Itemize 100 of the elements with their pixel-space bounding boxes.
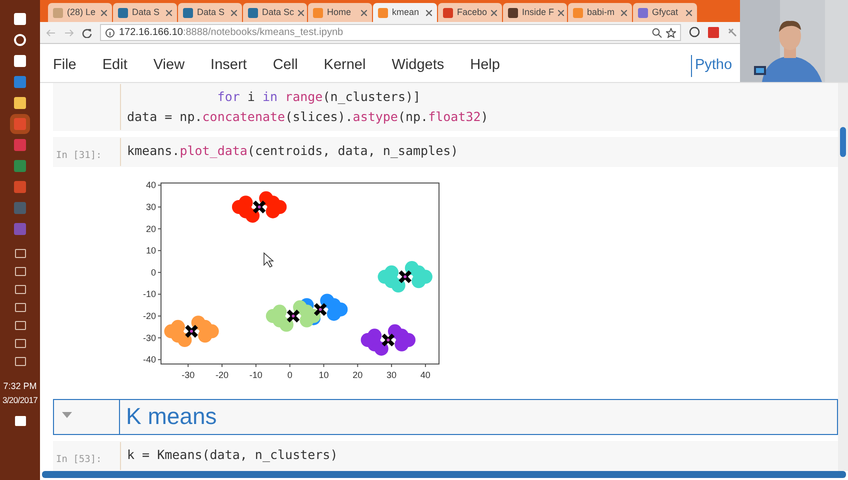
close-icon[interactable] (621, 10, 627, 16)
app-icon[interactable] (14, 34, 26, 46)
y-tick-label: -10 (142, 289, 156, 300)
y-tick-label: 40 (146, 180, 162, 190)
x-tick-label: -10 (249, 370, 262, 380)
browser-tab[interactable]: Data S (113, 3, 177, 22)
zoom-icon[interactable] (652, 28, 662, 38)
y-tick-label: 0 (150, 267, 156, 278)
browser-tab[interactable]: Home (308, 3, 372, 22)
code-cell[interactable]: In [53]: k = Kmeans(data, n_clusters) (53, 441, 838, 471)
menu-item[interactable]: Edit (102, 55, 128, 77)
close-icon[interactable] (101, 10, 107, 16)
code-line: k = Kmeans(data, n_clusters) (127, 446, 338, 464)
chat-icon[interactable] (689, 27, 700, 38)
code-cell[interactable]: In [31]: kmeans.plot_data(centroids, data, n_samples) (53, 137, 838, 167)
tray-icon[interactable] (14, 321, 26, 330)
tab-title: Data S (132, 6, 160, 19)
close-icon[interactable] (558, 10, 564, 16)
markdown-heading: K means (125, 402, 217, 431)
x-tick-label: -30 (182, 370, 195, 380)
data-point (246, 208, 260, 223)
star-icon[interactable] (666, 28, 676, 38)
menu-item[interactable]: Help (470, 55, 500, 77)
data-point (374, 342, 388, 356)
clock-date: 3/20/2017 (2, 394, 38, 406)
close-icon[interactable] (491, 10, 498, 16)
horizontal-scrollbar[interactable] (42, 471, 846, 478)
tray-icon[interactable] (14, 357, 26, 366)
browser-tab[interactable]: Data Sc (243, 3, 307, 22)
data-point (293, 300, 307, 314)
favicon-icon (248, 8, 258, 18)
centroid-marker (252, 200, 266, 214)
x-tick-label: 40 (420, 370, 430, 380)
browser-tab[interactable]: Facebo (438, 3, 502, 22)
close-icon[interactable] (298, 10, 304, 16)
tray-icon[interactable] (14, 339, 26, 348)
data-point (404, 261, 419, 276)
favicon-icon (183, 8, 193, 18)
x-tick-label: 0 (287, 370, 292, 380)
vertical-scrollbar[interactable] (838, 83, 848, 471)
info-icon (105, 28, 115, 38)
favicon-icon (313, 8, 323, 18)
menu-item[interactable]: View (153, 55, 185, 77)
favicon-icon (118, 8, 128, 18)
x-tick-label: 40 (420, 364, 430, 380)
close-icon[interactable] (686, 10, 692, 16)
tray-icon[interactable] (14, 303, 26, 312)
tab-title: Facebo (457, 6, 488, 19)
x-tick-label: 30 (386, 364, 397, 380)
tab-title: Gfycat (652, 6, 678, 19)
favicon-icon (443, 8, 453, 18)
data-point (388, 324, 402, 338)
code-cell[interactable]: for i in range(n_clusters)] data = np.concatenate(slices).astype(np.float32) (53, 83, 838, 131)
kernel-indicator: Pytho (690, 55, 732, 77)
data-point (391, 278, 406, 292)
close-icon[interactable] (166, 10, 172, 16)
tray-icon[interactable] (14, 249, 26, 258)
browser-tab[interactable]: Gfycat (633, 3, 697, 22)
cell-prompt: In [31]: (56, 150, 102, 161)
app-icon[interactable] (14, 54, 26, 66)
tab-title: kmean (392, 6, 420, 19)
address-field[interactable]: 172.16.166.10:8888/notebooks/kmeans_test.ipynb (100, 24, 681, 41)
y-tick-label: 30 (146, 202, 156, 212)
tray-icon[interactable] (14, 267, 26, 276)
y-tick-label: -30 (142, 332, 156, 343)
markdown-cell[interactable]: K means (53, 399, 838, 435)
tray-icon[interactable] (14, 285, 26, 294)
menu-item[interactable]: Kernel (324, 55, 366, 77)
browser-tab[interactable]: kmean (373, 3, 437, 22)
close-icon[interactable] (361, 10, 367, 16)
favicon-icon (508, 8, 518, 18)
y-tick-label: 10 (146, 246, 156, 256)
browser-tab[interactable]: Data S (178, 3, 242, 22)
close-icon[interactable] (426, 10, 432, 16)
y-tick-label: -20 (142, 311, 162, 322)
data-point (320, 294, 334, 308)
favicon-icon (378, 8, 388, 18)
app-icon[interactable] (14, 96, 26, 108)
menu-item[interactable]: Insert (210, 55, 247, 77)
data-point (259, 191, 274, 206)
collapse-caret-icon[interactable] (62, 412, 72, 418)
y-tick-label: 20 (146, 224, 156, 234)
browser-tab[interactable]: (28) Le (48, 3, 112, 22)
menu-item[interactable]: File (53, 55, 76, 77)
tab-title: Data S (197, 6, 225, 19)
browser-tab[interactable]: babi-m (568, 3, 632, 22)
tab-title: babi-m (587, 6, 615, 19)
browser-tab[interactable]: Inside F (503, 3, 567, 22)
app-icon[interactable] (14, 12, 26, 24)
reload-icon[interactable] (82, 28, 92, 38)
menu-item[interactable]: Widgets (392, 55, 444, 77)
y-tick-label: -30 (142, 332, 162, 343)
favicon-icon (638, 8, 648, 18)
tab-title: Inside F (522, 6, 554, 19)
code-line: for i in range(n_clusters)] (216, 88, 421, 106)
menu-item[interactable]: Cell (272, 55, 298, 77)
close-icon[interactable] (231, 10, 237, 16)
url-text: 172.16.166.10:8888/notebooks/kmeans_test.ipynb (119, 26, 344, 40)
notification-icon[interactable] (14, 416, 26, 426)
pin-icon[interactable] (727, 27, 738, 38)
